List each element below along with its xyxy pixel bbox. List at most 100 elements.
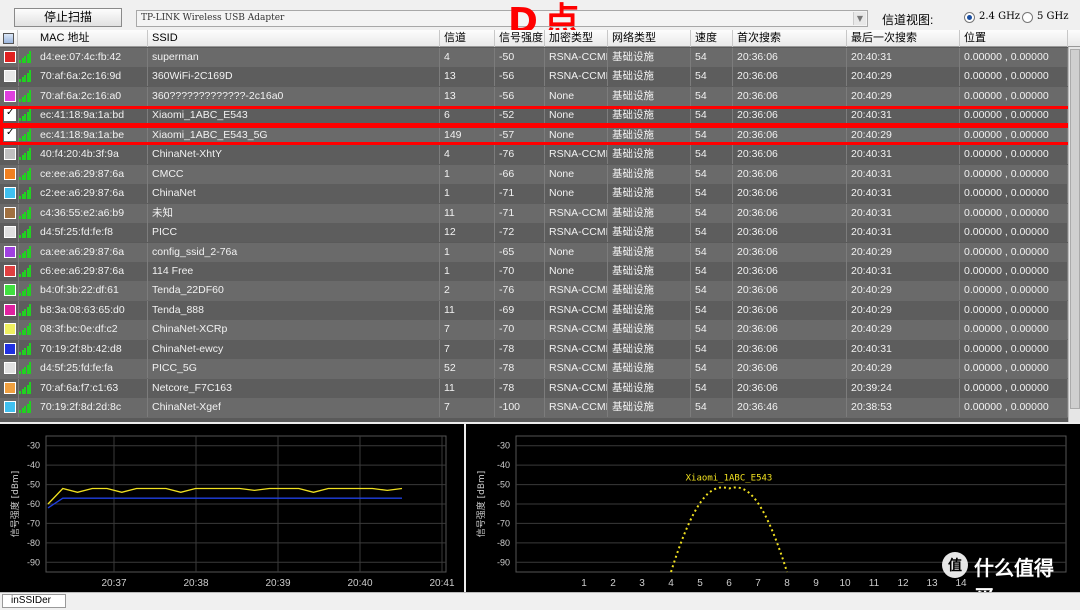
- y-tick-label: -50: [27, 480, 40, 490]
- cell-first-seen: 20:36:06: [733, 359, 847, 379]
- row-checkbox[interactable]: [4, 226, 16, 239]
- table-row[interactable]: c2:ee:a6:29:87:6a ChinaNet 1 -71 None 基础设施 54 2…: [0, 184, 1080, 204]
- row-color-swatch: [0, 261, 19, 281]
- highlight-row-e543: [0, 106, 1078, 126]
- cell-mac: 40:f4:20:4b:3f:9a: [36, 145, 148, 165]
- cell-location: 0.00000 , 0.00000: [960, 300, 1068, 320]
- table-row[interactable]: b8:3a:08:63:65:d0 Tenda_888 11 -69 RSNA-CCMP…: [0, 300, 1080, 321]
- cell-ssid: CMCC: [148, 164, 440, 184]
- row-checkbox[interactable]: [4, 342, 16, 355]
- cell-security: RSNA-CCMP: [545, 203, 608, 223]
- row-checkbox[interactable]: [4, 303, 16, 316]
- table-row[interactable]: 70:19:2f:8b:42:d8 ChinaNet-ewcy 7 -78 RSNA-C…: [0, 339, 1080, 360]
- table-row[interactable]: c4:36:55:e2:a6:b9 未知 11 -71 RSNA-CCMP 基础设施 54 2…: [0, 203, 1080, 224]
- cell-location: 0.00000 , 0.00000: [960, 359, 1068, 379]
- column-first-seen[interactable]: 首次搜索: [733, 30, 847, 47]
- chevron-down-icon[interactable]: ▼: [853, 12, 866, 25]
- signal-bar: [29, 362, 32, 375]
- table-row[interactable]: d4:5f:25:fd:fe:f8 PICC 12 -72 RSNA-CCMP 基础设施 5…: [0, 223, 1080, 243]
- table-scrollbar[interactable]: [1068, 47, 1080, 422]
- column-rssi[interactable]: 信号强度: [495, 30, 545, 47]
- column-ssid[interactable]: SSID: [148, 30, 440, 47]
- row-checkbox[interactable]: [4, 401, 16, 414]
- row-checkbox[interactable]: [4, 70, 16, 83]
- band-24-radio[interactable]: [964, 12, 975, 23]
- adapter-select[interactable]: TP-LINK Wireless USB Adapter ▼: [136, 10, 868, 27]
- cell-mac: 70:19:2f:8b:42:d8: [36, 339, 148, 359]
- column-channel[interactable]: 信道: [440, 30, 495, 47]
- column-security[interactable]: 加密类型: [545, 30, 608, 47]
- cell-first-seen: 20:36:06: [733, 261, 847, 281]
- row-checkbox[interactable]: [4, 206, 16, 219]
- scroll-thumb[interactable]: [1070, 49, 1080, 409]
- row-checkbox[interactable]: [4, 323, 16, 336]
- row-checkbox[interactable]: [4, 51, 16, 63]
- cell-rssi: -69: [495, 300, 545, 320]
- cell-last-seen: 20:40:29: [847, 281, 960, 301]
- row-color-swatch: [0, 164, 19, 184]
- column-mac[interactable]: MAC 地址: [36, 30, 148, 47]
- row-checkbox[interactable]: [4, 381, 16, 394]
- column-location[interactable]: 位置: [960, 30, 1068, 47]
- signal-bars-icon: [19, 342, 32, 355]
- column-speed[interactable]: 速度: [691, 30, 733, 47]
- row-checkbox[interactable]: [4, 362, 16, 375]
- cell-mac: b4:0f:3b:22:df:61: [36, 281, 148, 301]
- table-row[interactable]: 70:af:6a:2c:16:a0 360?????????????-2c16a0…: [0, 86, 1080, 107]
- cell-rssi: -100: [495, 398, 545, 418]
- cell-last-seen: 20:40:29: [847, 86, 960, 106]
- table-row[interactable]: ca:ee:a6:29:87:6a config_ssid_2-76a 1 -65 No…: [0, 242, 1080, 262]
- row-checkbox[interactable]: [4, 264, 16, 277]
- cell-mac: 70:af:6a:f7:c1:63: [36, 378, 148, 398]
- row-checkbox[interactable]: [4, 89, 16, 102]
- cell-channel: 7: [440, 339, 495, 359]
- row-color-swatch: [0, 300, 19, 320]
- row-checkbox[interactable]: [4, 187, 16, 200]
- table-row[interactable]: 70:af:6a:f7:c1:63 Netcore_F7C163 11 -78 RSNA…: [0, 378, 1080, 399]
- signal-bar: [29, 245, 32, 258]
- stop-scan-button[interactable]: 停止扫描: [14, 8, 122, 27]
- table-row[interactable]: ce:ee:a6:29:87:6a CMCC 1 -66 None 基础设施 54 20:36…: [0, 164, 1080, 185]
- table-row[interactable]: c6:ee:a6:29:87:6a 114 Free 1 -70 None 基础设施 54 2…: [0, 261, 1080, 282]
- column-last-seen[interactable]: 最后一次搜索: [847, 30, 960, 47]
- y-tick-label: -40: [497, 460, 510, 470]
- table-row[interactable]: d4:5f:25:fd:fe:fa PICC_5G 52 -78 RSNA-CCMP 基础…: [0, 359, 1080, 379]
- x-tick-label: 3: [639, 578, 645, 589]
- app-tab[interactable]: inSSIDer: [2, 594, 66, 608]
- signal-bars-icon: [19, 323, 32, 336]
- table-row[interactable]: 08:3f:bc:0e:df:c2 ChinaNet-XCRp 7 -70 RSNA-C…: [0, 320, 1080, 340]
- row-checkbox[interactable]: [4, 284, 16, 297]
- table-row[interactable]: 40:f4:20:4b:3f:9a ChinaNet-XhtY 4 -76 RSNA-C…: [0, 145, 1080, 165]
- cell-mac: 70:19:2f:8d:2d:8c: [36, 398, 148, 418]
- cell-location: 0.00000 , 0.00000: [960, 320, 1068, 340]
- table-row[interactable]: d4:ee:07:4c:fb:42 superman 4 -50 RSNA-CCMP 基础…: [0, 48, 1080, 68]
- cell-ssid: ChinaNet-XhtY: [148, 145, 440, 165]
- cell-security: RSNA-CCMP: [545, 67, 608, 87]
- cell-mac: c6:ee:a6:29:87:6a: [36, 261, 148, 281]
- cell-channel: 1: [440, 184, 495, 204]
- cell-channel: 11: [440, 378, 495, 398]
- cell-security: None: [545, 184, 608, 204]
- channel-graph-panel: -30 -40 -50 -60 -70 -80 -90 1 2 3 4 5 6 7 8 9 10 11 12 13 14…: [466, 424, 1080, 609]
- x-tick-label: 20:37: [101, 578, 126, 589]
- network-label: Xiaomi_1ABC_E543: [686, 473, 773, 483]
- table-row[interactable]: 70:af:6a:2c:16:9d 360WiFi-2C169D 13 -56 RSNA…: [0, 67, 1080, 87]
- table-row[interactable]: b4:0f:3b:22:df:61 Tenda_22DF60 2 -76 RSNA-CC…: [0, 281, 1080, 301]
- select-all-checkbox[interactable]: [3, 33, 14, 44]
- row-checkbox[interactable]: [4, 167, 16, 180]
- cell-channel: 4: [440, 48, 495, 67]
- x-tick-label: 13: [926, 578, 938, 589]
- cell-rssi: -66: [495, 164, 545, 184]
- cell-network-type: 基础设施: [608, 242, 691, 262]
- row-checkbox[interactable]: [4, 148, 16, 161]
- row-checkbox[interactable]: [4, 245, 16, 258]
- cell-speed: 54: [691, 300, 733, 320]
- signal-bar: [29, 342, 32, 355]
- cell-location: 0.00000 , 0.00000: [960, 48, 1068, 67]
- column-network-type[interactable]: 网络类型: [608, 30, 691, 47]
- cell-ssid: 360WiFi-2C169D: [148, 67, 440, 87]
- cell-network-type: 基础设施: [608, 48, 691, 67]
- band-5-radio[interactable]: [1022, 12, 1033, 23]
- header-select-all[interactable]: [0, 30, 18, 47]
- table-row[interactable]: 70:19:2f:8d:2d:8c ChinaNet-Xgef 7 -100 RSNA-…: [0, 398, 1080, 418]
